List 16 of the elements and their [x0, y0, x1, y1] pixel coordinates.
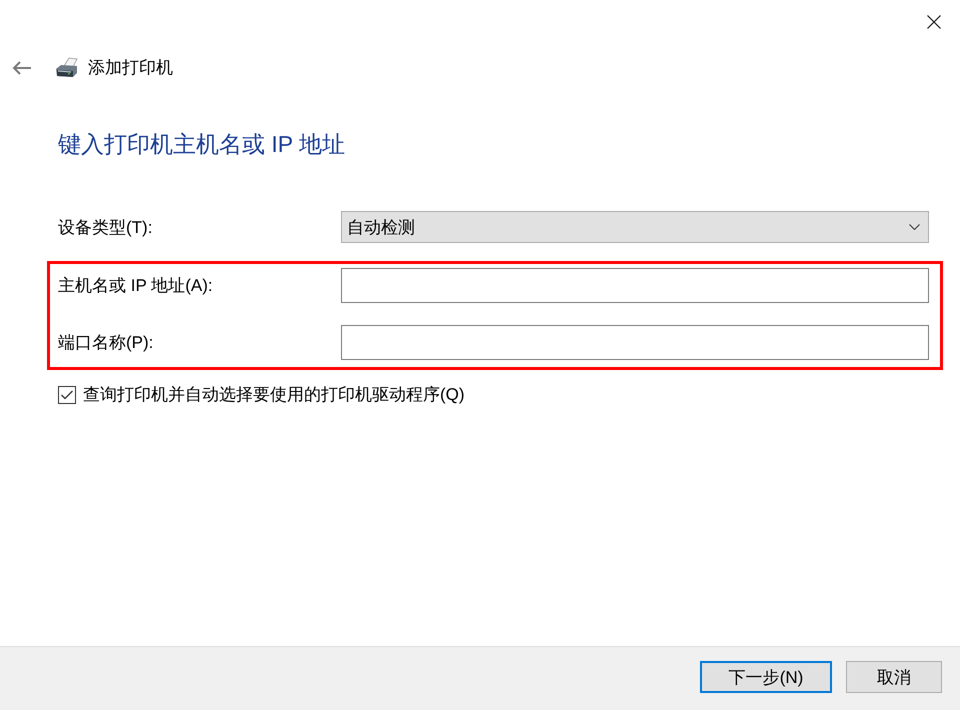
field-label: 设备类型(T): — [58, 216, 152, 238]
window-title: 添加打印机 — [88, 57, 173, 79]
checkbox[interactable] — [58, 386, 76, 404]
printer-icon — [55, 57, 79, 79]
checkbox-label: 查询打印机并自动选择要使用的打印机驱动程序(Q) — [83, 384, 465, 406]
close-icon[interactable] — [927, 15, 941, 29]
input-field[interactable] — [341, 268, 929, 303]
field-label: 主机名或 IP 地址(A): — [58, 275, 213, 297]
next-button[interactable]: 下一步(N) — [700, 661, 832, 693]
device-type-dropdown[interactable]: 自动检测 — [341, 211, 929, 243]
page-heading: 键入打印机主机名或 IP 地址 — [58, 130, 346, 159]
cancel-button[interactable]: 取消 — [846, 661, 942, 693]
back-arrow-icon[interactable] — [12, 61, 32, 75]
input-field[interactable] — [341, 325, 929, 360]
chevron-down-icon — [909, 224, 920, 230]
field-label: 端口名称(P): — [58, 332, 154, 354]
